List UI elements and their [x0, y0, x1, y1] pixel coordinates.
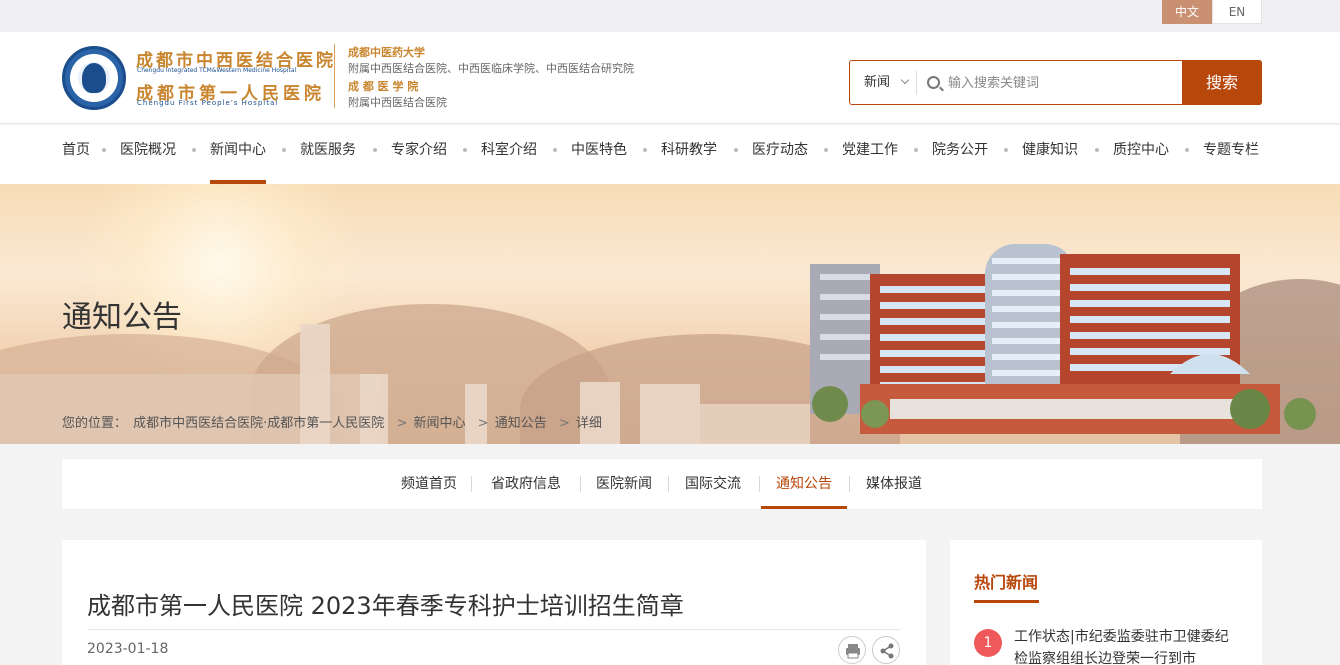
page-banner: 通知公告 您的位置： 成都市中西医结合医院·成都市第一人民医院 > 新闻中心 >… [0, 184, 1340, 444]
breadcrumb-label: 您的位置： [62, 416, 128, 431]
nav-separator-dot [1095, 148, 1099, 152]
article-title: 成都市第一人民医院 2023年春季专科护士培训招生简章 [87, 592, 684, 620]
hot-news-panel: 热门新闻 1 工作状态|市纪委监委驻市卫健委纪检监察组组长边登荣一行到市 [950, 540, 1262, 665]
nav-separator-dot [734, 148, 738, 152]
lang-zh-button[interactable]: 中文 [1162, 0, 1212, 24]
affiliation-1-title: 成都中医药大学 [348, 46, 425, 59]
nav-item-quality-control[interactable]: 质控中心 [1113, 125, 1169, 184]
subtab-provincial-gov-info[interactable]: 省政府信息 [472, 459, 580, 509]
nav-item-party-building[interactable]: 党建工作 [842, 125, 898, 184]
search-button[interactable]: 搜索 [1182, 60, 1262, 105]
nav-separator-dot [102, 148, 106, 152]
breadcrumb-chevron-icon: > [477, 416, 489, 431]
nav-item-news-center[interactable]: 新闻中心 [210, 125, 266, 184]
nav-separator-dot [192, 148, 196, 152]
hospital-name-en-2: Chengdu First People's Hospital [137, 99, 279, 107]
header: 成都市中西医结合医院 Chengdu Integrated TCM&Wester… [0, 32, 1340, 124]
nav-item-medical-news[interactable]: 医疗动态 [752, 125, 808, 184]
print-button[interactable] [838, 636, 866, 664]
breadcrumb-current: 详细 [575, 416, 602, 431]
nav-separator-dot [914, 148, 918, 152]
subtab-divider [759, 476, 760, 492]
search-divider [916, 71, 917, 95]
subtab-divider [849, 476, 850, 492]
nav-item-home[interactable]: 首页 [62, 125, 90, 184]
nav-separator-dot [1185, 148, 1189, 152]
breadcrumb-link-news-center[interactable]: 新闻中心 [413, 416, 465, 431]
nav-separator-dot [643, 148, 647, 152]
logo-divider [334, 44, 335, 108]
article-card: 成都市第一人民医院 2023年春季专科护士培训招生简章 2023-01-18 [62, 540, 926, 665]
hot-news-link[interactable]: 工作状态|市纪委监委驻市卫健委纪检监察组组长边登荣一行到市 [1014, 626, 1236, 665]
nav-item-hospital-overview[interactable]: 医院概况 [120, 125, 176, 184]
subtab-media-reports[interactable]: 媒体报道 [851, 459, 937, 509]
nav-separator-dot [373, 148, 377, 152]
banner-city-tower [360, 374, 388, 444]
search-category-label: 新闻 [864, 75, 891, 90]
nav-separator-dot [282, 148, 286, 152]
nav-item-experts[interactable]: 专家介绍 [391, 125, 447, 184]
breadcrumb-chevron-icon: > [396, 416, 408, 431]
subtab-channel-home[interactable]: 频道首页 [388, 459, 470, 509]
top-language-bar: 中文 EN [0, 0, 1340, 32]
nav-separator-dot [824, 148, 828, 152]
banner-city-tower [640, 384, 700, 444]
hot-news-rank-badge: 1 [974, 629, 1002, 657]
nav-separator-dot [553, 148, 557, 152]
search-icon [927, 76, 940, 89]
nav-item-public-affairs[interactable]: 院务公开 [932, 125, 988, 184]
breadcrumb-chevron-icon: > [558, 416, 570, 431]
nav-item-medical-services[interactable]: 就医服务 [300, 125, 356, 184]
nav-item-tcm-features[interactable]: 中医特色 [571, 125, 627, 184]
hospital-name-en-1: Chengdu Integrated TCM&Western Medicine … [137, 67, 297, 74]
channel-subtabs: 频道首页 省政府信息 医院新闻 国际交流 通知公告 媒体报道 [62, 459, 1262, 509]
breadcrumb-link-notices[interactable]: 通知公告 [495, 416, 547, 431]
breadcrumb: 您的位置： 成都市中西医结合医院·成都市第一人民医院 > 新闻中心 > 通知公告… [62, 412, 604, 431]
hospital-building-illustration [810, 244, 1316, 434]
hot-news-title-underline [974, 600, 1039, 603]
affiliation-1-subtitle: 附属中西医结合医院、中西医临床学院、中西医结合研究院 [348, 62, 634, 75]
main-nav: 首页 医院概况 新闻中心 就医服务 专家介绍 科室介绍 中医特色 科研教学 医疗… [0, 125, 1340, 184]
breadcrumb-link-home[interactable]: 成都市中西医结合医院·成都市第一人民医院 [133, 416, 384, 431]
affiliation-2-subtitle: 附属中西医结合医院 [348, 96, 447, 109]
subtab-hospital-news[interactable]: 医院新闻 [581, 459, 667, 509]
search-bar: 新闻 搜索 [849, 60, 1262, 105]
lang-en-button[interactable]: EN [1212, 0, 1262, 24]
chevron-down-icon [900, 75, 910, 85]
affiliation-2-title: 成 都 医 学 院 [348, 80, 419, 93]
nav-separator-dot [1004, 148, 1008, 152]
nav-item-health-knowledge[interactable]: 健康知识 [1022, 125, 1078, 184]
share-icon [880, 643, 894, 659]
print-icon [846, 644, 860, 659]
banner-title: 通知公告 [62, 300, 182, 335]
share-button[interactable] [872, 636, 900, 664]
nav-item-departments[interactable]: 科室介绍 [481, 125, 537, 184]
hospital-logo-emblem[interactable] [62, 46, 126, 110]
subtab-international-exchange[interactable]: 国际交流 [669, 459, 757, 509]
subtab-notices[interactable]: 通知公告 [761, 459, 847, 509]
search-category-select[interactable]: 新闻 [850, 61, 916, 104]
search-input[interactable] [948, 68, 1178, 98]
nav-item-special-topics[interactable]: 专题专栏 [1203, 125, 1259, 184]
hot-news-title: 热门新闻 [974, 573, 1039, 592]
nav-item-research-teaching[interactable]: 科研教学 [661, 125, 717, 184]
article-divider [87, 629, 901, 630]
nav-separator-dot [463, 148, 467, 152]
banner-city [700, 404, 810, 444]
article-date: 2023-01-18 [87, 641, 169, 657]
